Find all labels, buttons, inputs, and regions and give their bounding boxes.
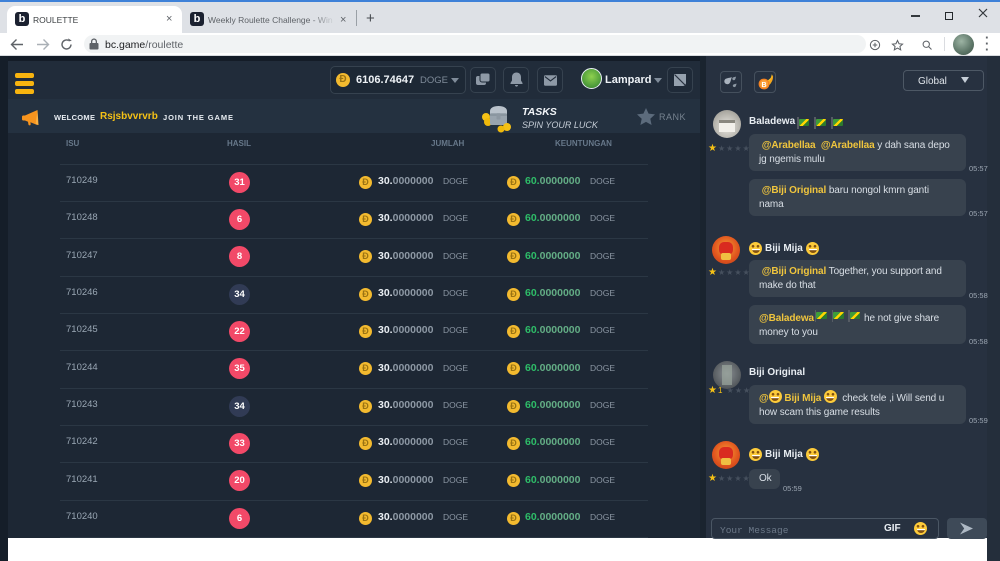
svg-text:B: B bbox=[761, 82, 766, 89]
